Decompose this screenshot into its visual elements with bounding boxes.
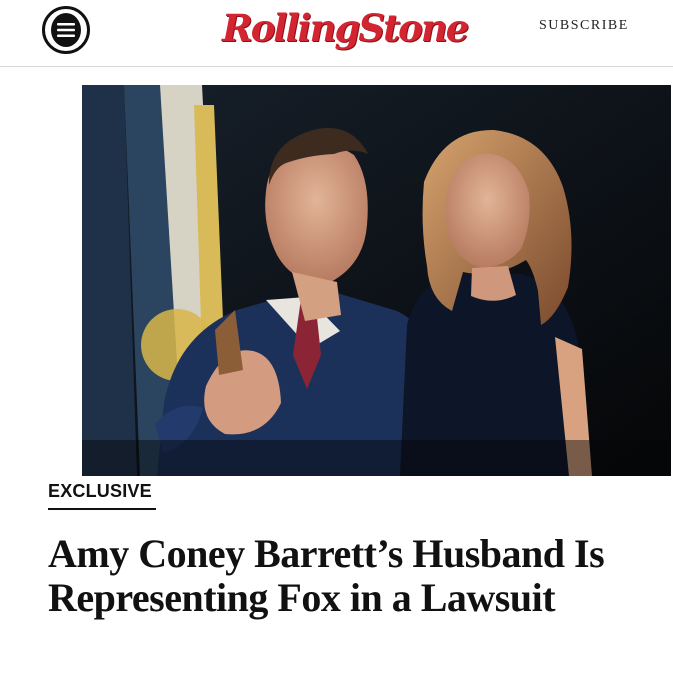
stage-shadow — [82, 440, 671, 476]
menu-button[interactable] — [42, 6, 90, 54]
site-header: RollingStone SUBSCRIBE — [0, 0, 673, 67]
hamburger-menu-icon — [51, 13, 81, 47]
subscribe-link[interactable]: SUBSCRIBE — [539, 17, 629, 35]
category-underline — [48, 508, 156, 510]
hero-photo-illustration — [82, 85, 671, 476]
article-headline[interactable]: Amy Coney Barrett’s Husband Is Represent… — [48, 532, 638, 620]
hero-image — [82, 85, 671, 476]
category-label[interactable]: EXCLUSIVE — [48, 481, 152, 501]
logo-wordmark: RollingStone — [222, 6, 469, 50]
rolling-stone-logo[interactable]: RollingStone — [222, 4, 469, 52]
